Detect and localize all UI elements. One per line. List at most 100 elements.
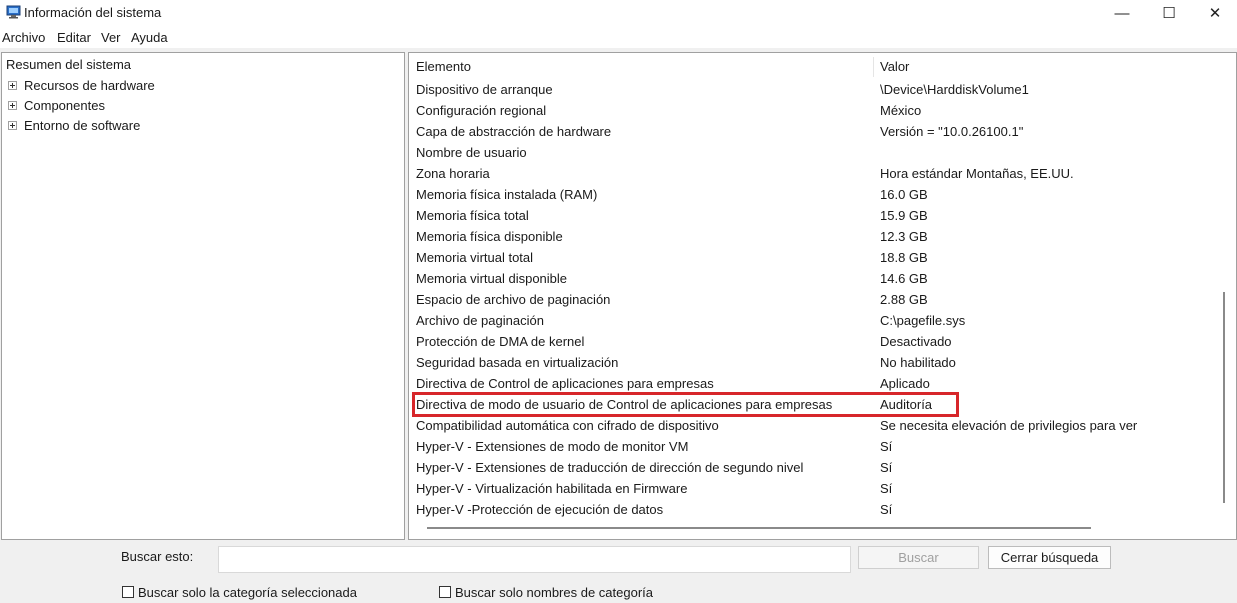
table-row[interactable]: Espacio de archivo de paginación 2.88 GB xyxy=(409,290,1219,311)
cell-value: Aplicado xyxy=(880,376,930,391)
cell-value: Hora estándar Montañas, EE.UU. xyxy=(880,166,1074,181)
title-bar: Información del sistema — ☐ ✕ xyxy=(0,0,1237,26)
cell-item: Memoria física disponible xyxy=(416,229,563,244)
table-row[interactable]: Compatibilidad automática con cifrado de… xyxy=(409,416,1219,437)
table-row[interactable]: Nombre de usuario xyxy=(409,143,1219,164)
cell-item: Espacio de archivo de paginación xyxy=(416,292,611,307)
cell-value: Sí xyxy=(880,502,893,517)
cell-value: Se necesita elevación de privilegios par… xyxy=(880,418,1138,433)
tree-item-label: Recursos de hardware xyxy=(24,77,155,93)
cell-item: Capa de abstracción de hardware xyxy=(416,124,612,139)
details-list[interactable]: Elemento Valor Dispositivo de arranque \D… xyxy=(408,52,1237,540)
expand-icon[interactable] xyxy=(8,120,17,130)
vertical-scrollbar-thumb[interactable] xyxy=(1223,292,1225,503)
search-selected-category-checkbox[interactable]: Buscar solo la categoría seleccionada xyxy=(122,584,357,600)
close-window-button[interactable]: ✕ xyxy=(1192,0,1237,26)
table-row[interactable]: Memoria física total 15.9 GB xyxy=(409,206,1219,227)
expand-icon[interactable] xyxy=(8,80,17,90)
column-header-item[interactable]: Elemento xyxy=(409,53,873,80)
cell-value: Sí xyxy=(880,460,893,475)
window-title: Información del sistema xyxy=(24,5,162,20)
table-row[interactable]: Hyper-V -Protección de ejecución de dato… xyxy=(409,500,1219,521)
menu-ver[interactable]: Ver xyxy=(101,30,121,45)
cell-item: Seguridad basada en virtualización xyxy=(416,355,619,370)
table-row[interactable]: Memoria física disponible 12.3 GB xyxy=(409,227,1219,248)
tree-item-label: Entorno de software xyxy=(24,117,141,133)
column-header-label: Elemento xyxy=(416,59,471,74)
cell-value: 15.9 GB xyxy=(880,208,928,223)
menu-editar[interactable]: Editar xyxy=(57,30,91,45)
menu-bar: Archivo Editar Ver Ayuda xyxy=(0,26,1237,48)
cell-item: Memoria virtual total xyxy=(416,250,534,265)
table-row[interactable]: Configuración regional México xyxy=(409,101,1219,122)
table-row[interactable]: Protección de DMA de kernel Desactivado xyxy=(409,332,1219,353)
tree-item-components[interactable]: Componentes xyxy=(8,96,105,114)
cell-value: Versión = "10.0.26100.1" xyxy=(880,124,1024,139)
minimize-icon: — xyxy=(1114,4,1130,22)
cell-value: 14.6 GB xyxy=(880,271,928,286)
table-row[interactable]: Dispositivo de arranque \Device\HarddiskV… xyxy=(409,80,1219,101)
maximize-icon: ☐ xyxy=(1162,5,1176,22)
find-label: Buscar esto: xyxy=(121,549,194,564)
minimize-button[interactable]: — xyxy=(1099,0,1145,26)
cell-item: Archivo de paginación xyxy=(416,313,544,328)
horizontal-scrollbar-thumb[interactable] xyxy=(427,527,1091,529)
cell-item: Memoria virtual disponible xyxy=(416,271,568,286)
checkbox-label: Buscar solo nombres de categoría xyxy=(455,584,653,600)
tree-item-system-summary[interactable]: Resumen del sistema xyxy=(5,57,132,72)
table-row[interactable]: Hyper-V - Extensiones de traducción de d… xyxy=(409,458,1219,479)
system-info-app-icon xyxy=(6,5,21,19)
cell-item: Compatibilidad automática con cifrado de… xyxy=(416,418,719,433)
tree-item-label: Componentes xyxy=(24,97,105,113)
column-header-label: Valor xyxy=(880,59,910,74)
highlight-annotation-box xyxy=(412,392,959,417)
cell-item: Memoria física total xyxy=(416,208,529,223)
table-row[interactable]: Capa de abstracción de hardware Versión =… xyxy=(409,122,1219,143)
table-row[interactable]: Memoria virtual total 18.8 GB xyxy=(409,248,1219,269)
cell-item: Hyper-V - Extensiones de modo de monitor… xyxy=(416,439,689,454)
close-find-button[interactable]: Cerrar búsqueda xyxy=(988,546,1111,569)
cell-item: Memoria física instalada (RAM) xyxy=(416,187,598,202)
table-row[interactable]: Archivo de paginación C:\pagefile.sys xyxy=(409,311,1219,332)
checkbox-label: Buscar solo la categoría seleccionada xyxy=(138,584,357,600)
cell-item: Nombre de usuario xyxy=(416,145,527,160)
table-row[interactable]: Hyper-V - Extensiones de modo de monitor… xyxy=(409,437,1219,458)
cell-value: 16.0 GB xyxy=(880,187,928,202)
cell-value: 2.88 GB xyxy=(880,292,928,307)
cell-item: Protección de DMA de kernel xyxy=(416,334,585,349)
cell-value: Sí xyxy=(880,439,893,454)
table-row[interactable]: Zona horaria Hora estándar Montañas, EE.U… xyxy=(409,164,1219,185)
close-icon: ✕ xyxy=(1208,5,1222,22)
search-category-names-checkbox[interactable]: Buscar solo nombres de categoría xyxy=(439,584,653,600)
table-row[interactable]: Seguridad basada en virtualización No hab… xyxy=(409,353,1219,374)
table-row[interactable]: Memoria virtual disponible 14.6 GB xyxy=(409,269,1219,290)
cell-item: Dispositivo de arranque xyxy=(416,82,553,97)
maximize-button[interactable]: ☐ xyxy=(1146,0,1192,26)
menu-archivo[interactable]: Archivo xyxy=(2,30,45,45)
cell-value: \Device\HarddiskVolume1 xyxy=(880,82,1029,97)
cell-item: Zona horaria xyxy=(416,166,490,181)
menu-ayuda[interactable]: Ayuda xyxy=(131,30,168,45)
cell-item: Directiva de Control de aplicaciones par… xyxy=(416,376,714,391)
expand-icon[interactable] xyxy=(8,100,17,110)
cell-value: C:\pagefile.sys xyxy=(880,313,966,328)
tree-item-hardware-resources[interactable]: Recursos de hardware xyxy=(8,76,155,94)
cell-value: 18.8 GB xyxy=(880,250,928,265)
cell-value: No habilitado xyxy=(880,355,956,370)
cell-value: Desactivado xyxy=(880,334,952,349)
cell-item: Hyper-V -Protección de ejecución de dato… xyxy=(416,502,664,517)
cell-item: Configuración regional xyxy=(416,103,547,118)
cell-value: Sí xyxy=(880,481,893,496)
column-header-value[interactable]: Valor xyxy=(873,53,1218,80)
checkbox-box[interactable] xyxy=(439,586,451,598)
category-tree[interactable]: Resumen del sistema Recursos de hardware… xyxy=(1,52,405,540)
table-row[interactable]: Hyper-V - Virtualización habilitada en F… xyxy=(409,479,1219,500)
find-button[interactable]: Buscar xyxy=(858,546,979,569)
tree-item-software-environment[interactable]: Entorno de software xyxy=(8,116,140,134)
cell-value: México xyxy=(880,103,922,118)
cell-value: 12.3 GB xyxy=(880,229,928,244)
cell-item: Hyper-V - Virtualización habilitada en F… xyxy=(416,481,688,496)
find-input[interactable] xyxy=(218,546,851,573)
table-row[interactable]: Memoria física instalada (RAM) 16.0 GB xyxy=(409,185,1219,206)
checkbox-box[interactable] xyxy=(122,586,134,598)
